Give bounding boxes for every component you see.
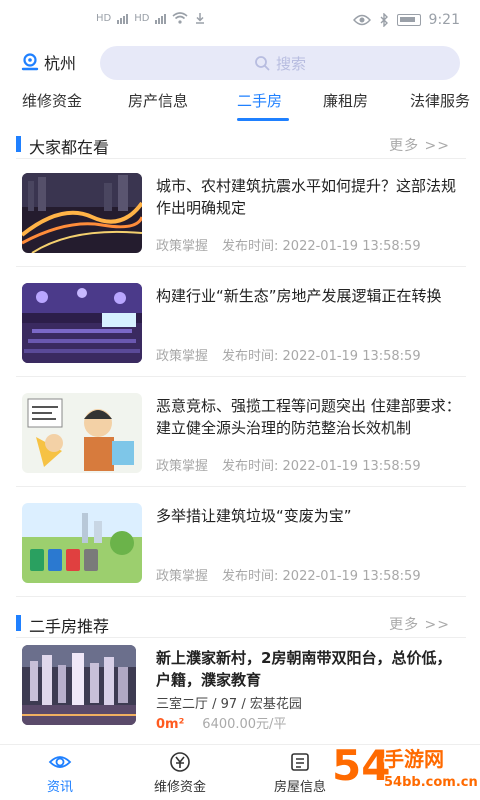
section-header-listings: 二手房推荐 更多 >> <box>0 611 480 636</box>
divider <box>16 637 466 638</box>
news-title: 城市、农村建筑抗震水平如何提升？这部法规作出明确规定 <box>156 177 457 217</box>
category-tabs: 维修资金 房产信息 二手房 廉租房 法律服务 <box>0 88 480 126</box>
divider <box>16 158 466 159</box>
city-selector[interactable]: 杭州 <box>20 50 76 74</box>
watermark-domain: 54bb.com.cn <box>384 775 478 790</box>
divider <box>16 486 466 487</box>
watermark-number: 54 <box>332 741 390 790</box>
watermark-text: 手游网 <box>384 747 444 771</box>
news-date: 发布时间: 2022-01-19 13:58:59 <box>222 459 421 474</box>
tab-legal-services[interactable]: 法律服务 <box>410 90 470 111</box>
tab-active-indicator <box>237 118 289 121</box>
nav-label: 维修资金 <box>153 780 206 795</box>
network-badge: HD <box>96 12 112 24</box>
section-marker <box>16 136 21 152</box>
signal-icon <box>117 12 129 24</box>
nav-maintenance-fund[interactable]: 维修资金 <box>135 751 225 795</box>
news-thumbnail <box>22 173 142 253</box>
house-info-icon <box>291 753 309 771</box>
nav-label: 资讯 <box>46 780 73 795</box>
clock: 9:21 <box>428 12 460 28</box>
news-category: 政策掌握 <box>156 239 209 254</box>
news-title: 多举措让建筑垃圾“变废为宝” <box>156 507 352 525</box>
listing-area: 0m² <box>156 717 185 732</box>
listing-title: 新上濮家新村，2房朝南带双阳台，总价低，户籍，濮家教育 <box>156 649 452 689</box>
eye-icon <box>48 756 72 768</box>
tab-property-info[interactable]: 房产信息 <box>128 90 188 111</box>
news-date: 发布时间: 2022-01-19 13:58:59 <box>222 569 421 584</box>
news-category: 政策掌握 <box>156 569 209 584</box>
download-icon <box>196 13 205 24</box>
search-input[interactable]: 搜索 <box>100 46 460 80</box>
listing-price-row: 0m² 6400.00元/平 <box>156 713 286 732</box>
news-thumbnail <box>22 393 142 473</box>
more-link[interactable]: 更多 >> <box>389 614 450 634</box>
listing-description: 三室二厅 / 97 / 宏基花园 <box>156 697 302 712</box>
status-bar: HD HD 9:21 <box>0 0 480 42</box>
divider <box>16 266 466 267</box>
search-placeholder: 搜索 <box>275 54 306 73</box>
city-label: 杭州 <box>44 54 77 73</box>
news-category: 政策掌握 <box>156 349 209 364</box>
signal-icon <box>155 12 167 24</box>
news-title: 恶意竞标、强揽工程等问题突出 住建部要求：建立健全源头治理的防范整治长效机制 <box>156 397 461 437</box>
house-listing[interactable]: 新上濮家新村，2房朝南带双阳台，总价低，户籍，濮家教育 三室二厅 / 97 / … <box>0 645 480 735</box>
location-icon <box>21 53 39 71</box>
news-date: 发布时间: 2022-01-19 13:58:59 <box>222 349 421 364</box>
news-thumbnail <box>22 283 142 363</box>
nav-news[interactable]: 资讯 <box>15 751 105 795</box>
network-badge: HD <box>134 12 150 24</box>
section-header-popular: 大家都在看 更多 >> <box>0 132 480 157</box>
news-meta: 政策掌握 发布时间: 2022-01-19 13:58:59 <box>156 345 421 364</box>
network-indicators: HD HD <box>96 12 206 24</box>
news-meta: 政策掌握 发布时间: 2022-01-19 13:58:59 <box>156 235 421 254</box>
yuan-icon <box>170 752 190 772</box>
news-meta: 政策掌握 发布时间: 2022-01-19 13:58:59 <box>156 565 421 584</box>
section-title: 大家都在看 <box>29 138 110 157</box>
listing-thumbnail <box>22 645 136 725</box>
app-header: 杭州 搜索 <box>0 42 480 86</box>
news-category: 政策掌握 <box>156 459 209 474</box>
tab-low-rent[interactable]: 廉租房 <box>323 90 368 111</box>
section-marker <box>16 615 21 631</box>
battery-icon <box>396 14 421 26</box>
news-thumbnail <box>22 503 142 583</box>
news-meta: 政策掌握 发布时间: 2022-01-19 13:58:59 <box>156 455 421 474</box>
bluetooth-icon <box>380 13 388 27</box>
tab-second-hand[interactable]: 二手房 <box>237 90 282 111</box>
news-title: 构建行业“新生态”房地产发展逻辑正在转换 <box>156 287 442 305</box>
section-title: 二手房推荐 <box>29 617 110 636</box>
eye-comfort-icon <box>352 14 371 26</box>
more-link[interactable]: 更多 >> <box>389 135 450 155</box>
divider <box>16 596 466 597</box>
system-indicators: 9:21 <box>352 12 460 28</box>
news-date: 发布时间: 2022-01-19 13:58:59 <box>222 239 421 254</box>
listing-unit-price: 6400.00元/平 <box>202 717 287 732</box>
divider <box>16 376 466 377</box>
watermark-logo: 54 手游网 54bb.com.cn <box>330 736 480 800</box>
search-icon <box>255 56 270 71</box>
wifi-icon <box>172 12 188 24</box>
tab-maintenance-fund[interactable]: 维修资金 <box>22 90 82 111</box>
